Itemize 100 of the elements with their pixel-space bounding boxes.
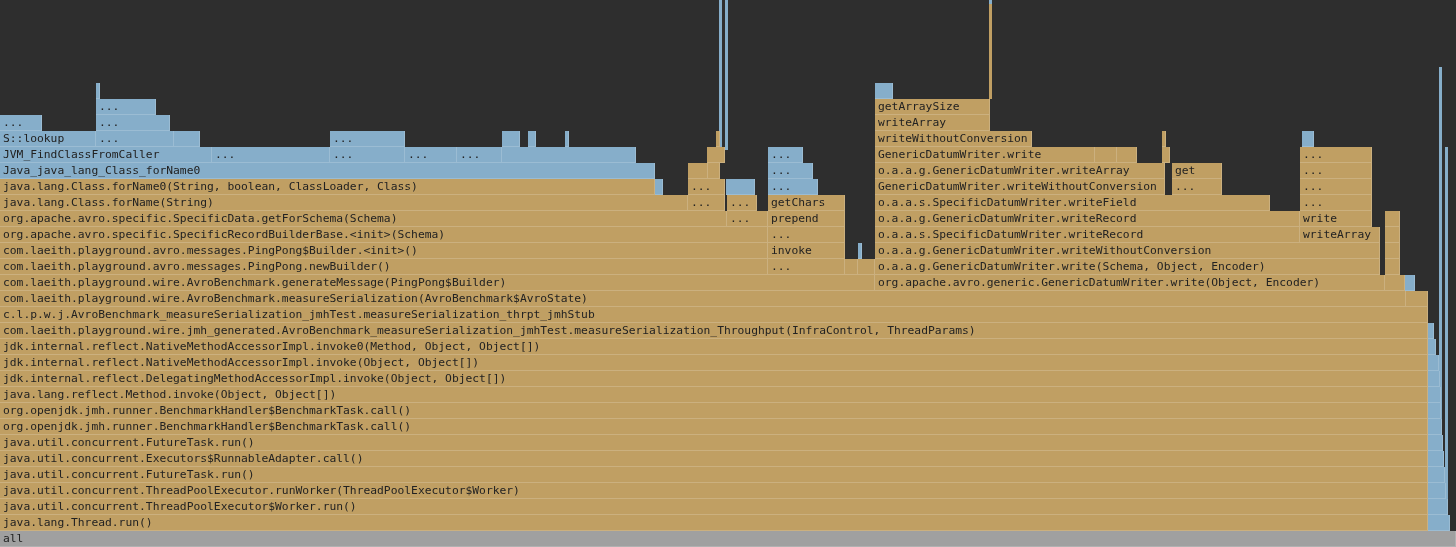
stack-frame[interactable] <box>1428 499 1448 515</box>
stack-frame[interactable]: getArraySize <box>875 99 990 115</box>
stack-frame[interactable]: Java_java_lang_Class_forName0 <box>0 163 655 179</box>
stack-frame[interactable] <box>96 83 100 99</box>
stack-frame[interactable]: jdk.internal.reflect.NativeMethodAccessorImpl.invoke0(Method, Object, Object[]) <box>0 339 1428 355</box>
stack-frame[interactable]: ... <box>1172 179 1222 195</box>
stack-frame[interactable] <box>1302 131 1314 147</box>
stack-frame[interactable]: writeWithoutConversion <box>875 131 1032 147</box>
stack-frame[interactable]: org.openjdk.jmh.runner.BenchmarkHandler$BenchmarkTask.call() <box>0 419 1428 435</box>
stack-frame[interactable] <box>1428 515 1450 531</box>
stack-frame[interactable] <box>1428 467 1445 483</box>
stack-frame[interactable]: com.laeith.playground.wire.AvroBenchmark.measureSerialization(AvroBenchmark$AvroState) <box>0 291 1406 307</box>
stack-frame[interactable]: com.laeith.playground.wire.jmh_generated.AvroBenchmark_measureSerialization_jmhTest.measureSerialization_Throughput(InfraControl, ThreadParams) <box>0 323 1428 339</box>
stack-frame[interactable]: jdk.internal.reflect.DelegatingMethodAccessorImpl.invoke(Object, Object[]) <box>0 371 1428 387</box>
stack-frame[interactable]: getChars <box>768 195 845 211</box>
stack-frame[interactable]: ... <box>0 115 42 131</box>
stack-frame[interactable]: java.util.concurrent.ThreadPoolExecutor$Worker.run() <box>0 499 1428 515</box>
stack-frame[interactable]: java.util.concurrent.FutureTask.run() <box>0 467 1428 483</box>
stack-frame[interactable]: com.laeith.playground.avro.messages.PingPong.newBuilder() <box>0 259 768 275</box>
stack-frame[interactable]: ... <box>768 179 818 195</box>
stack-frame[interactable]: org.apache.avro.specific.SpecificData.getForSchema(Schema) <box>0 211 727 227</box>
stack-frame[interactable]: ... <box>688 195 725 211</box>
stack-frame[interactable]: ... <box>768 163 813 179</box>
stack-frame[interactable]: org.apache.avro.specific.SpecificRecordBuilderBase.<init>(Schema) <box>0 227 768 243</box>
stack-frame[interactable]: java.lang.Thread.run() <box>0 515 1428 531</box>
stack-frame[interactable] <box>1428 387 1441 403</box>
stack-frame[interactable] <box>688 163 708 179</box>
stack-frame[interactable]: ... <box>96 131 174 147</box>
stack-frame[interactable]: ... <box>1300 195 1372 211</box>
stack-frame[interactable]: writeArray <box>875 115 990 131</box>
stack-frame[interactable] <box>1428 323 1434 339</box>
stack-frame[interactable] <box>875 83 893 99</box>
stack-frame[interactable] <box>1428 355 1439 371</box>
stack-frame[interactable]: S::lookup <box>0 131 96 147</box>
stack-frame[interactable]: all <box>0 531 1456 547</box>
stack-frame[interactable] <box>1428 339 1436 355</box>
stack-frame[interactable] <box>655 179 663 195</box>
stack-frame[interactable] <box>1162 147 1170 163</box>
stack-frame[interactable] <box>1385 211 1400 227</box>
stack-frame[interactable] <box>1117 147 1137 163</box>
stack-frame[interactable] <box>528 131 536 147</box>
stack-frame[interactable]: c.l.p.w.j.AvroBenchmark_measureSerialization_jmhTest.measureSerialization_thrpt_jmhStub <box>0 307 1428 323</box>
stack-frame[interactable]: JVM_FindClassFromCaller <box>0 147 212 163</box>
stack-frame[interactable] <box>1428 483 1446 499</box>
stack-frame[interactable]: ... <box>96 115 170 131</box>
stack-frame[interactable] <box>707 147 725 163</box>
stack-frame[interactable]: o.a.a.g.GenericDatumWriter.writeRecord <box>875 211 1300 227</box>
stack-frame[interactable]: ... <box>768 227 845 243</box>
stack-frame[interactable]: ... <box>768 147 803 163</box>
stack-frame[interactable] <box>1428 419 1442 435</box>
stack-frame[interactable] <box>1385 275 1405 291</box>
stack-frame[interactable] <box>1428 435 1443 451</box>
stack-frame[interactable]: com.laeith.playground.avro.messages.PingPong$Builder.<init>() <box>0 243 768 259</box>
stack-frame[interactable] <box>1406 291 1428 307</box>
stack-frame[interactable]: ... <box>727 211 768 227</box>
stack-frame[interactable] <box>502 147 636 163</box>
stack-frame[interactable] <box>708 163 720 179</box>
stack-frame[interactable]: prepend <box>768 211 845 227</box>
stack-frame[interactable] <box>1385 259 1400 275</box>
stack-frame[interactable] <box>1428 371 1440 387</box>
stack-frame[interactable]: ... <box>457 147 502 163</box>
stack-frame[interactable]: ... <box>96 99 156 115</box>
stack-frame[interactable] <box>565 131 569 147</box>
stack-frame[interactable]: invoke <box>768 243 845 259</box>
stack-frame[interactable]: org.openjdk.jmh.runner.BenchmarkHandler$BenchmarkTask.call() <box>0 403 1428 419</box>
stack-frame[interactable]: write <box>1300 211 1372 227</box>
stack-frame[interactable]: java.lang.Class.forName0(String, boolean, ClassLoader, Class) <box>0 179 655 195</box>
stack-frame[interactable] <box>726 179 755 195</box>
stack-frame[interactable]: o.a.a.g.GenericDatumWriter.write(Schema, Object, Encoder) <box>875 259 1380 275</box>
stack-frame[interactable]: ... <box>768 259 845 275</box>
stack-frame[interactable] <box>858 243 862 259</box>
stack-frame[interactable] <box>174 131 200 147</box>
stack-frame[interactable] <box>845 259 858 275</box>
stack-frame[interactable]: o.a.a.g.GenericDatumWriter.writeWithoutConversion <box>875 243 1380 259</box>
stack-frame[interactable]: java.util.concurrent.FutureTask.run() <box>0 435 1428 451</box>
stack-frame[interactable]: o.a.a.s.SpecificDatumWriter.writeRecord <box>875 227 1300 243</box>
stack-frame[interactable] <box>1428 403 1441 419</box>
stack-frame[interactable]: ... <box>727 195 757 211</box>
stack-frame[interactable]: jdk.internal.reflect.NativeMethodAccessorImpl.invoke(Object, Object[]) <box>0 355 1428 371</box>
stack-frame[interactable]: ... <box>405 147 457 163</box>
stack-frame[interactable]: ... <box>1300 179 1372 195</box>
stack-frame[interactable]: ... <box>330 147 405 163</box>
stack-frame[interactable]: ... <box>212 147 330 163</box>
stack-frame[interactable] <box>1428 451 1444 467</box>
stack-frame[interactable]: java.lang.reflect.Method.invoke(Object, Object[]) <box>0 387 1428 403</box>
stack-frame[interactable] <box>1385 227 1400 243</box>
stack-frame[interactable]: java.lang.Class.forName(String) <box>0 195 688 211</box>
stack-frame[interactable]: ... <box>1300 163 1372 179</box>
stack-frame[interactable]: com.laeith.playground.wire.AvroBenchmark.generateMessage(PingPong$Builder) <box>0 275 875 291</box>
stack-frame[interactable] <box>1095 147 1117 163</box>
stack-frame[interactable]: GenericDatumWriter.writeWithoutConversion <box>875 179 1165 195</box>
stack-frame[interactable]: java.util.concurrent.Executors$RunnableAdapter.call() <box>0 451 1428 467</box>
stack-frame[interactable]: get <box>1172 163 1222 179</box>
stack-frame[interactable]: ... <box>1300 147 1372 163</box>
stack-frame[interactable] <box>502 131 520 147</box>
stack-frame[interactable]: writeArray <box>1300 227 1380 243</box>
stack-frame[interactable]: GenericDatumWriter.write <box>875 147 1095 163</box>
stack-frame[interactable]: o.a.a.g.GenericDatumWriter.writeArray <box>875 163 1165 179</box>
stack-frame[interactable]: ... <box>330 131 405 147</box>
stack-frame[interactable]: org.apache.avro.generic.GenericDatumWriter.write(Object, Encoder) <box>875 275 1385 291</box>
